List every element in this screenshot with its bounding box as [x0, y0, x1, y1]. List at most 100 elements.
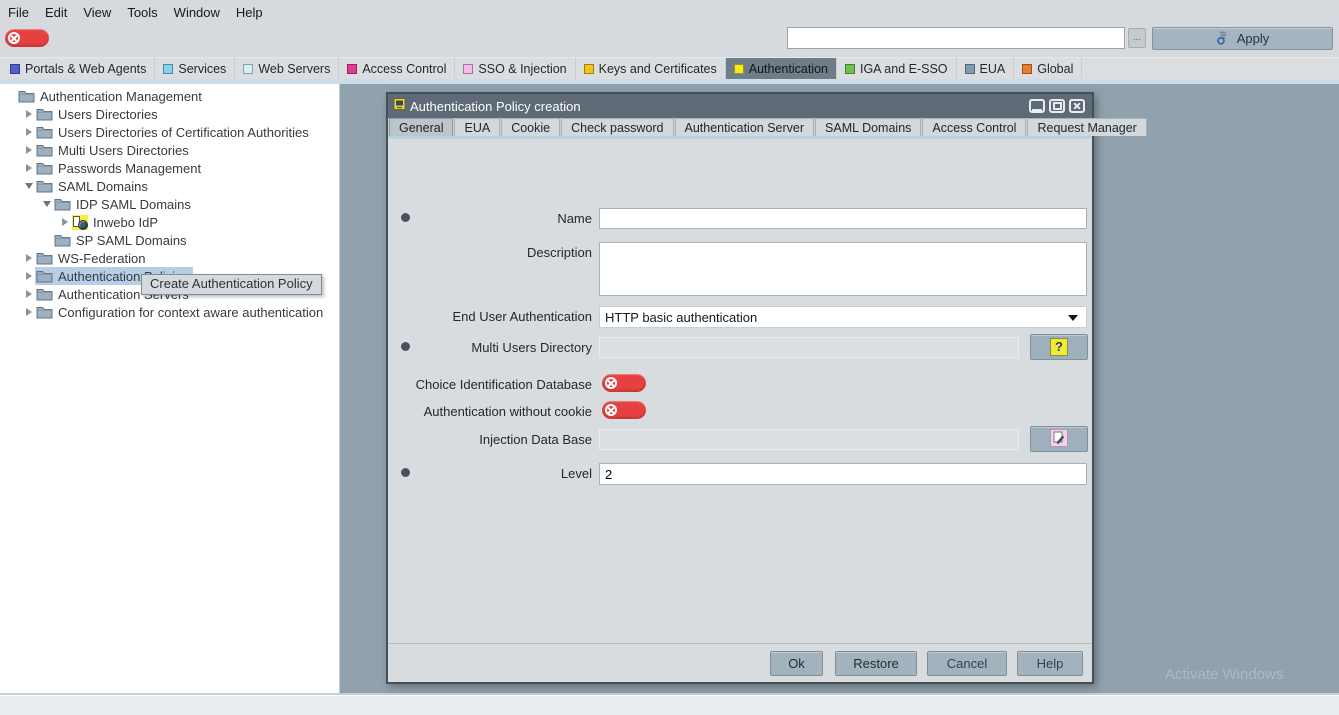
module-color-swatch-icon	[845, 64, 855, 74]
tree-item-label: Authentication Management	[40, 89, 202, 104]
tree-item-label: Inwebo IdP	[93, 215, 158, 230]
more-options-button[interactable]: ...	[1128, 28, 1146, 48]
module-tab-services[interactable]: Services	[155, 58, 235, 79]
top-chrome: FileEditViewToolsWindowHelp ... Apply Po…	[0, 0, 1339, 84]
module-tab-global[interactable]: Global	[1014, 58, 1082, 79]
module-tab-label: Keys and Certificates	[599, 62, 717, 76]
tree-item-label: Configuration for context aware authenti…	[58, 305, 323, 320]
authentication-policy-dialog: Authentication Policy creation GeneralEU…	[386, 92, 1094, 684]
filter-input[interactable]	[787, 27, 1125, 49]
menu-bar: FileEditViewToolsWindowHelp	[0, 0, 1339, 25]
expand-arrow-icon[interactable]	[58, 218, 71, 226]
menu-edit[interactable]: Edit	[39, 3, 77, 22]
folder-icon	[36, 306, 53, 319]
expand-arrow-icon[interactable]	[22, 128, 35, 136]
module-tab-eua[interactable]: EUA	[957, 58, 1015, 79]
module-tab-access-control[interactable]: Access Control	[339, 58, 455, 79]
module-tab-authentication[interactable]: Authentication	[726, 58, 837, 79]
name-input[interactable]	[599, 208, 1087, 229]
tree-item-label: WS-Federation	[58, 251, 145, 266]
expand-arrow-icon[interactable]	[22, 290, 35, 298]
level-label: Level	[408, 466, 592, 481]
module-tab-iga-and-e-sso[interactable]: IGA and E-SSO	[837, 58, 957, 79]
tree-item-ws-federation[interactable]: WS-Federation	[0, 249, 339, 267]
expand-arrow-icon[interactable]	[22, 272, 35, 280]
dialog-tab-general[interactable]: General	[389, 118, 453, 136]
expand-arrow-icon[interactable]	[22, 164, 35, 172]
module-tab-sso-injection[interactable]: SSO & Injection	[455, 58, 575, 79]
menu-help[interactable]: Help	[230, 3, 273, 22]
tree-item-passwords-management[interactable]: Passwords Management	[0, 159, 339, 177]
menu-tools[interactable]: Tools	[121, 3, 167, 22]
multi-users-directory-picker-button[interactable]: ?	[1030, 334, 1088, 360]
minimize-icon[interactable]	[1029, 99, 1045, 113]
module-color-swatch-icon	[10, 64, 20, 74]
folder-icon	[36, 108, 53, 121]
dialog-tab-eua[interactable]: EUA	[454, 118, 500, 136]
dialog-button-bar: Ok Restore Cancel Help	[388, 643, 1092, 682]
dialog-tab-cookie[interactable]: Cookie	[501, 118, 560, 136]
menu-file[interactable]: File	[2, 3, 39, 22]
expand-arrow-icon[interactable]	[22, 110, 35, 118]
dialog-titlebar[interactable]: Authentication Policy creation	[388, 94, 1092, 118]
module-tab-label: Portals & Web Agents	[25, 62, 146, 76]
end-user-authentication-value: HTTP basic authentication	[605, 310, 757, 325]
menu-window[interactable]: Window	[168, 3, 230, 22]
module-tab-bar: Portals & Web AgentsServicesWeb ServersA…	[0, 57, 1339, 79]
folder-icon	[36, 144, 53, 157]
dialog-tab-access-control[interactable]: Access Control	[922, 118, 1026, 136]
module-tab-label: SSO & Injection	[478, 62, 566, 76]
dialog-tab-check-password[interactable]: Check password	[561, 118, 673, 136]
module-color-swatch-icon	[163, 64, 173, 74]
chevron-down-icon	[1068, 315, 1078, 321]
help-button[interactable]: Help	[1017, 651, 1083, 676]
tree-item-label: IDP SAML Domains	[76, 197, 191, 212]
module-color-swatch-icon	[734, 64, 744, 74]
dialog-tab-request-manager[interactable]: Request Manager	[1027, 118, 1146, 136]
module-tab-web-servers[interactable]: Web Servers	[235, 58, 339, 79]
choice-identification-database-toggle-off[interactable]	[602, 374, 646, 392]
directory-picker-icon: ?	[1050, 338, 1068, 356]
apply-button[interactable]: Apply	[1152, 27, 1333, 50]
expand-arrow-icon[interactable]	[22, 146, 35, 154]
close-icon[interactable]	[1069, 99, 1085, 113]
tree-item-users-directories-of-certification-authorities[interactable]: Users Directories of Certification Autho…	[0, 123, 339, 141]
module-color-swatch-icon	[965, 64, 975, 74]
level-input[interactable]	[599, 463, 1087, 485]
tree-item-idp-saml-domains[interactable]: IDP SAML Domains	[0, 195, 339, 213]
choice-identification-database-label: Choice Identification Database	[408, 377, 592, 392]
apply-label: Apply	[1237, 31, 1270, 46]
status-toggle-off[interactable]	[5, 29, 49, 47]
description-textarea[interactable]	[599, 242, 1087, 296]
tree-item-label: Users Directories of Certification Autho…	[58, 125, 309, 140]
injection-database-picker-button[interactable]	[1030, 426, 1088, 452]
module-tab-portals-web-agents[interactable]: Portals & Web Agents	[2, 58, 155, 79]
authentication-without-cookie-toggle-off[interactable]	[602, 401, 646, 419]
dialog-tab-authentication-server[interactable]: Authentication Server	[675, 118, 815, 136]
expand-arrow-icon[interactable]	[22, 308, 35, 316]
folder-icon	[36, 162, 53, 175]
collapse-arrow-icon[interactable]	[40, 201, 53, 207]
restore-button[interactable]: Restore	[835, 651, 917, 676]
tree-item-inwebo-idp[interactable]: Inwebo IdP	[0, 213, 339, 231]
dialog-tab-saml-domains[interactable]: SAML Domains	[815, 118, 921, 136]
expand-arrow-icon[interactable]	[22, 254, 35, 262]
maximize-icon[interactable]	[1049, 99, 1065, 113]
end-user-authentication-select[interactable]: HTTP basic authentication	[599, 306, 1087, 328]
tree-item-multi-users-directories[interactable]: Multi Users Directories	[0, 141, 339, 159]
database-picker-icon	[1050, 429, 1068, 450]
folder-icon	[54, 198, 71, 211]
module-tab-label: Global	[1037, 62, 1073, 76]
module-tab-keys-and-certificates[interactable]: Keys and Certificates	[576, 58, 726, 79]
menu-view[interactable]: View	[77, 3, 121, 22]
cancel-button[interactable]: Cancel	[927, 651, 1007, 676]
module-tab-label: EUA	[980, 62, 1006, 76]
tree-item-sp-saml-domains[interactable]: SP SAML Domains	[0, 231, 339, 249]
ok-button[interactable]: Ok	[770, 651, 823, 676]
module-tab-label: Services	[178, 62, 226, 76]
tree-item-configuration-for-context-aware-authentication[interactable]: Configuration for context aware authenti…	[0, 303, 339, 321]
tree-item-users-directories[interactable]: Users Directories	[0, 105, 339, 123]
collapse-arrow-icon[interactable]	[22, 183, 35, 189]
tree-item-saml-domains[interactable]: SAML Domains	[0, 177, 339, 195]
tree-item-authentication-management[interactable]: Authentication Management	[0, 87, 339, 105]
